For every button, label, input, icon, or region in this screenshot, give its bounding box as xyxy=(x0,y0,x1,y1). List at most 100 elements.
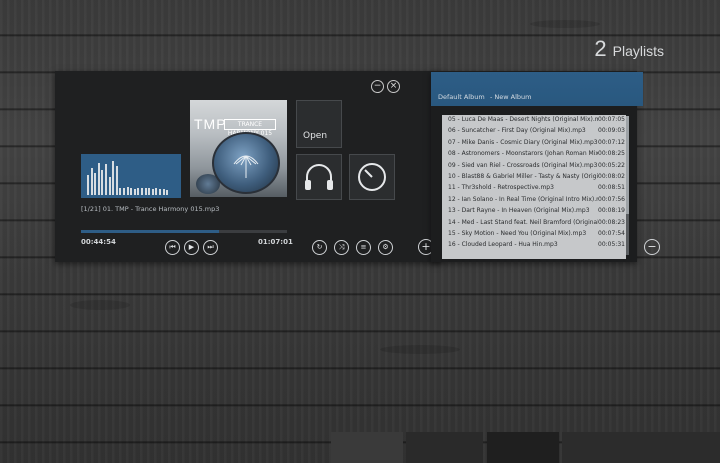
visualizer-bar xyxy=(119,188,122,195)
track-duration: 00:08:51 xyxy=(598,184,625,192)
previous-button[interactable]: ⏮ xyxy=(165,240,180,255)
volume-dial-icon xyxy=(358,163,386,191)
visualizer-bar xyxy=(108,177,111,195)
headphones-tile[interactable] xyxy=(296,154,342,200)
track-name: 08 - Astronomers - Moonstarors (Johan Ro… xyxy=(448,150,598,158)
play-button[interactable]: ▶ xyxy=(184,240,199,255)
visualizer-bar xyxy=(137,188,140,195)
sunglasses-lens-icon xyxy=(212,132,280,194)
seek-bar-fill xyxy=(81,230,220,233)
umbrella-icon xyxy=(233,155,259,178)
playlists-header: 2 Playlists xyxy=(594,36,664,62)
volume-tile[interactable] xyxy=(349,154,395,200)
list-item[interactable]: 10 - Blast88 & Gabriel Miller - Tasty & … xyxy=(448,172,625,182)
open-tile[interactable]: Open xyxy=(296,100,342,148)
track-list: 05 - Luca De Maas - Desert Nights (Origi… xyxy=(442,115,626,259)
visualizer-bar xyxy=(101,170,104,195)
track-duration: 00:05:31 xyxy=(598,241,625,249)
visualizer-bar xyxy=(130,188,133,195)
track-duration: 00:09:03 xyxy=(598,127,625,135)
track-duration: 00:07:56 xyxy=(598,195,625,203)
close-button[interactable]: × xyxy=(387,80,400,93)
list-item[interactable]: 13 - Dart Rayne - In Heaven (Original Mi… xyxy=(448,206,625,216)
headphones-icon xyxy=(305,164,333,190)
visualizer-bar xyxy=(123,188,125,195)
track-name: 16 - Clouded Leopard - Hua Hin.mp3 xyxy=(448,241,558,249)
visualizer-bar xyxy=(166,190,169,195)
track-duration: 00:07:05 xyxy=(598,116,625,123)
track-name: 05 - Luca De Maas - Desert Nights (Origi… xyxy=(448,116,598,123)
cover-subtitle: TRANCE HARMONY 015 xyxy=(224,119,276,137)
album-cover: TMP TRANCE HARMONY 015 xyxy=(190,100,287,197)
track-name: 06 - Suncatcher - First Day (Original Mi… xyxy=(448,127,586,135)
list-item[interactable]: 16 - Clouded Leopard - Hua Hin.mp3 00:05:… xyxy=(448,240,625,250)
track-duration: 00:08:19 xyxy=(598,207,625,215)
wood-knot xyxy=(70,300,130,310)
visualizer-bar xyxy=(90,168,93,195)
playlist-label: Playlists xyxy=(612,43,664,59)
audio-visualizer xyxy=(81,154,181,198)
track-duration: 00:08:23 xyxy=(598,218,625,226)
visualizer-bar xyxy=(94,173,97,195)
total-time: 01:07:01 xyxy=(258,238,293,246)
track-duration: 00:08:02 xyxy=(598,173,625,180)
visualizer-bar xyxy=(148,188,151,195)
visualizer-bar xyxy=(155,188,158,195)
visualizer-bar xyxy=(144,188,147,195)
menu-button[interactable]: ≡ xyxy=(356,240,371,255)
track-name: 13 - Dart Rayne - In Heaven (Original Mi… xyxy=(448,207,590,215)
track-name: 11 - Thr3shold - Retrospective.mp3 xyxy=(448,184,554,192)
thumbnail-strip xyxy=(562,432,720,463)
visualizer-bar xyxy=(112,161,115,195)
list-item[interactable]: 15 - Sky Motion - Need You (Original Mix… xyxy=(448,229,625,239)
thumbnail-strip xyxy=(331,432,403,463)
visualizer-bar xyxy=(162,189,165,195)
visualizer-bar xyxy=(87,175,89,195)
wood-knot xyxy=(380,345,460,354)
tab-default-album[interactable]: Default Album xyxy=(438,93,485,101)
list-item[interactable]: 12 - Ian Solano - In Real Time (Original… xyxy=(448,195,625,205)
track-duration: 00:08:25 xyxy=(598,150,625,158)
track-name: 14 - Med - Last Stand feat. Neil Bramfor… xyxy=(448,218,598,226)
list-item[interactable]: 07 - Mike Danis - Cosmic Diary (Original… xyxy=(448,138,625,148)
settings-button[interactable]: ⚙ xyxy=(378,240,393,255)
repeat-button[interactable]: ↻ xyxy=(312,240,327,255)
seek-bar[interactable] xyxy=(81,230,287,233)
visualizer-bar xyxy=(151,189,154,195)
elapsed-time: 00:44:54 xyxy=(81,238,116,246)
track-name: 07 - Mike Danis - Cosmic Diary (Original… xyxy=(448,138,598,146)
list-item[interactable]: 11 - Thr3shold - Retrospective.mp3 00:08:… xyxy=(448,183,625,193)
visualizer-bar xyxy=(115,166,118,195)
track-duration: 00:07:12 xyxy=(598,138,625,146)
visualizer-bar xyxy=(97,163,100,195)
list-item[interactable]: 09 - Sied van Riel - Crossroads (Origina… xyxy=(448,161,625,171)
track-list-scrollbar[interactable] xyxy=(626,116,629,255)
cover-title: TMP xyxy=(194,116,227,132)
list-item[interactable]: 14 - Med - Last Stand feat. Neil Bramfor… xyxy=(448,218,625,228)
scrollbar-thumb[interactable] xyxy=(626,116,629,214)
remove-button[interactable]: − xyxy=(644,239,660,255)
tab-new-album[interactable]: - New Album xyxy=(490,93,532,101)
track-name: 15 - Sky Motion - Need You (Original Mix… xyxy=(448,230,587,237)
track-duration: 00:07:54 xyxy=(598,230,625,237)
list-item[interactable]: 08 - Astronomers - Moonstarors (Johan Ro… xyxy=(448,149,625,159)
now-playing-title: [1/21] 01. TMP - Trance Harmony 015.mp3 xyxy=(81,205,220,213)
shuffle-button[interactable]: ⤨ xyxy=(334,240,349,255)
list-item[interactable]: 05 - Luca De Maas - Desert Nights (Origi… xyxy=(448,115,625,125)
minimize-button[interactable]: − xyxy=(371,80,384,93)
track-name: 09 - Sied van Riel - Crossroads (Origina… xyxy=(448,161,598,169)
next-button[interactable]: ⏭ xyxy=(203,240,218,255)
track-name: 12 - Ian Solano - In Real Time (Original… xyxy=(448,195,598,203)
track-name: 10 - Blast88 & Gabriel Miller - Tasty & … xyxy=(448,173,598,180)
visualizer-bar xyxy=(126,187,129,195)
playlist-count: 2 xyxy=(594,36,607,61)
visualizer-bar xyxy=(141,188,143,195)
thumbnail-strip xyxy=(406,432,483,463)
list-item[interactable]: 06 - Suncatcher - First Day (Original Mi… xyxy=(448,126,625,136)
open-label: Open xyxy=(303,131,328,141)
playlist-tabs: Default Album - New Album xyxy=(431,72,643,106)
track-duration: 00:05:22 xyxy=(598,161,625,169)
visualizer-bar xyxy=(133,189,136,195)
visualizer-bar xyxy=(105,164,107,195)
visualizer-bar xyxy=(159,189,161,195)
